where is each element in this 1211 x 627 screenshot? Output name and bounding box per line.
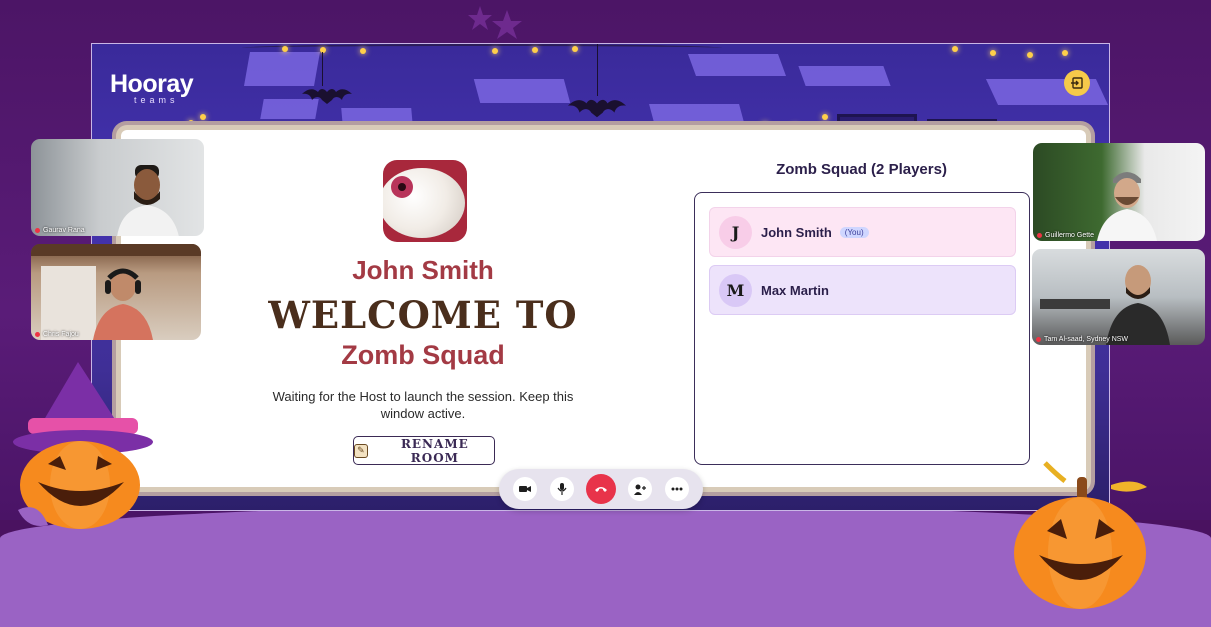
camera-icon <box>519 486 532 492</box>
rename-room-label: RENAME ROOM <box>400 436 469 465</box>
witch-pumpkin-decoration <box>13 362 153 529</box>
more-button[interactable] <box>664 477 689 501</box>
exit-icon <box>1071 77 1083 89</box>
player-avatar: J <box>719 215 752 249</box>
player-row: J John Smith (You) <box>709 207 1016 257</box>
waiting-message: Waiting for the Host to launch the sessi… <box>272 389 574 421</box>
player-name: John Smith <box>352 255 494 285</box>
bat-icon <box>302 89 352 104</box>
more-icon <box>671 487 683 491</box>
participant-video <box>93 268 153 340</box>
video-tile[interactable]: Gaurav Rana <box>31 139 204 236</box>
game-title: Zomb Squad <box>341 340 505 370</box>
exit-button[interactable] <box>1064 70 1090 96</box>
player-row: M Max Martin <box>709 265 1016 315</box>
stars-decoration <box>468 6 522 39</box>
participant-name: Tam Al-saad, Sydney NSW <box>1036 336 1128 343</box>
end-call-icon <box>594 487 607 492</box>
video-tile[interactable]: Guillermo Gette <box>1033 143 1205 241</box>
video-tile[interactable]: Tam Al-saad, Sydney NSW <box>1032 249 1205 345</box>
players-list: J John Smith (You) M Max Martin <box>694 192 1030 465</box>
welcome-panel: John Smith WELCOME TO Zomb Squad Waiting… <box>121 130 701 487</box>
hooray-logo: Hooray teams <box>110 70 194 105</box>
participant-name: Chris Fajou <box>35 331 79 338</box>
player-avatar: M <box>719 273 752 307</box>
call-controls <box>499 469 703 509</box>
camera-button[interactable] <box>513 477 538 501</box>
team-title: Zomb Squad (2 Players) <box>776 161 947 178</box>
edit-icon: ✎ <box>354 443 368 458</box>
rename-room-button[interactable]: ✎ RENAME ROOM <box>353 436 495 465</box>
participant-video <box>1097 172 1157 241</box>
add-person-button[interactable] <box>628 477 653 501</box>
pumpkin-decoration <box>1014 461 1147 609</box>
video-tile[interactable]: Chris Fajou <box>31 244 201 340</box>
lobby-card: John Smith WELCOME TO Zomb Squad Waiting… <box>121 130 1086 487</box>
add-person-icon <box>634 484 647 495</box>
participant-video <box>1106 265 1170 345</box>
participant-video <box>117 165 179 236</box>
participant-name: Gaurav Rana <box>35 227 85 234</box>
participant-name: Guillermo Gette <box>1037 232 1094 239</box>
player-row-name: Max Martin <box>761 282 829 298</box>
you-badge: (You) <box>839 226 869 238</box>
welcome-heading: WELCOME TO <box>268 293 578 337</box>
player-row-name: John Smith <box>761 224 832 240</box>
eyeball-game-icon <box>383 160 467 242</box>
bat-icon <box>568 99 626 118</box>
microphone-icon <box>557 483 567 495</box>
end-call-button[interactable] <box>585 474 616 504</box>
microphone-button[interactable] <box>549 477 574 501</box>
